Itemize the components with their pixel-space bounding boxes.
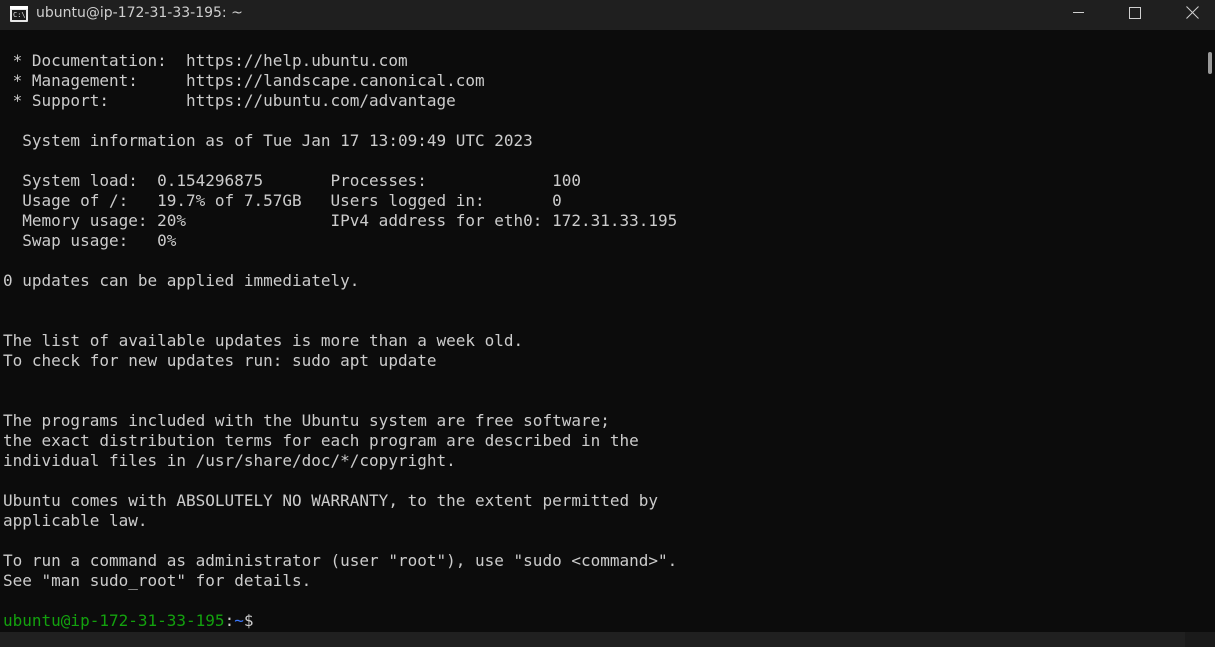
prompt-separator: : <box>224 611 235 630</box>
terminal-line: System load: 0.154296875 Processes: 100 <box>3 171 581 190</box>
prompt-symbol: $ <box>243 611 254 630</box>
terminal-line: The list of available updates is more th… <box>3 331 524 350</box>
terminal-line: Memory usage: 20% IPv4 address for eth0:… <box>3 211 678 230</box>
title-bar[interactable]: C:\ ubuntu@ip-172-31-33-195: ~ <box>0 0 1215 30</box>
terminal-window: C:\ ubuntu@ip-172-31-33-195: ~ * Documen… <box>0 0 1215 647</box>
scrollbar-thumb[interactable] <box>1208 52 1212 74</box>
maximize-icon <box>1129 7 1141 19</box>
terminal-line: * Management: https://landscape.canonica… <box>3 71 485 90</box>
window-title: ubuntu@ip-172-31-33-195: ~ <box>36 5 243 21</box>
terminal-line: Swap usage: 0% <box>3 231 177 250</box>
maximize-button[interactable] <box>1106 0 1164 26</box>
minimize-button[interactable] <box>1049 0 1107 26</box>
minimize-icon <box>1073 12 1084 13</box>
vertical-scrollbar[interactable] <box>1203 30 1215 632</box>
terminal-line: * Documentation: https://help.ubuntu.com <box>3 51 408 70</box>
close-icon <box>1186 5 1200 19</box>
terminal-line: Ubuntu comes with ABSOLUTELY NO WARRANTY… <box>3 491 659 510</box>
terminal-line: To check for new updates run: sudo apt u… <box>3 351 437 370</box>
terminal-line: 0 updates can be applied immediately. <box>3 271 360 290</box>
terminal-output[interactable]: * Documentation: https://help.ubuntu.com… <box>3 51 1198 631</box>
app-icon-bar <box>10 6 28 9</box>
app-icon-screen: C:\ <box>12 10 26 20</box>
terminal-line: To run a command as administrator (user … <box>3 551 678 570</box>
terminal-line: individual files in /usr/share/doc/*/cop… <box>3 451 456 470</box>
window-corner <box>1185 632 1215 647</box>
window-bottom-edge <box>0 632 1185 647</box>
terminal-line: The programs included with the Ubuntu sy… <box>3 411 610 430</box>
prompt-path: ~ <box>234 611 244 630</box>
console-app-icon[interactable]: C:\ <box>10 6 28 22</box>
terminal-line: applicable law. <box>3 511 148 530</box>
terminal-line: System information as of Tue Jan 17 13:0… <box>3 131 533 150</box>
prompt-user-host: ubuntu@ip-172-31-33-195 <box>3 611 225 630</box>
terminal-line: Usage of /: 19.7% of 7.57GB Users logged… <box>3 191 562 210</box>
terminal-line: See "man sudo_root" for details. <box>3 571 312 590</box>
shell-prompt-line[interactable]: ubuntu@ip-172-31-33-195:~$ <box>3 611 1198 631</box>
close-button[interactable] <box>1160 0 1215 26</box>
terminal-line: the exact distribution terms for each pr… <box>3 431 639 450</box>
terminal-line: * Support: https://ubuntu.com/advantage <box>3 91 456 110</box>
